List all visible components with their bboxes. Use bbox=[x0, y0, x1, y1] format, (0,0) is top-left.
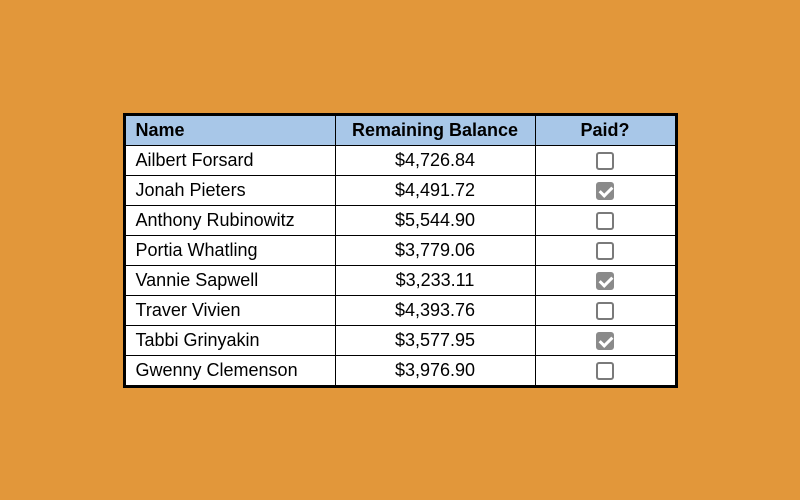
cell-balance: $3,577.95 bbox=[335, 325, 535, 355]
paid-checkbox[interactable] bbox=[596, 212, 614, 230]
cell-name: Tabbi Grinyakin bbox=[125, 325, 335, 355]
cell-balance: $3,976.90 bbox=[335, 355, 535, 385]
cell-name: Ailbert Forsard bbox=[125, 145, 335, 175]
cell-name: Jonah Pieters bbox=[125, 175, 335, 205]
cell-name: Anthony Rubinowitz bbox=[125, 205, 335, 235]
table-row: Anthony Rubinowitz$5,544.90 bbox=[125, 205, 675, 235]
paid-checkbox[interactable] bbox=[596, 152, 614, 170]
cell-paid bbox=[535, 295, 675, 325]
cell-balance: $3,779.06 bbox=[335, 235, 535, 265]
cell-name: Gwenny Clemenson bbox=[125, 355, 335, 385]
cell-paid bbox=[535, 175, 675, 205]
cell-paid bbox=[535, 265, 675, 295]
table-header-row: Name Remaining Balance Paid? bbox=[125, 115, 675, 145]
paid-checkbox[interactable] bbox=[596, 302, 614, 320]
cell-balance: $4,491.72 bbox=[335, 175, 535, 205]
table-row: Portia Whatling$3,779.06 bbox=[125, 235, 675, 265]
table-row: Tabbi Grinyakin$3,577.95 bbox=[125, 325, 675, 355]
table-row: Vannie Sapwell$3,233.11 bbox=[125, 265, 675, 295]
cell-balance: $4,726.84 bbox=[335, 145, 535, 175]
cell-paid bbox=[535, 355, 675, 385]
cell-name: Vannie Sapwell bbox=[125, 265, 335, 295]
paid-checkbox[interactable] bbox=[596, 182, 614, 200]
cell-name: Traver Vivien bbox=[125, 295, 335, 325]
paid-checkbox[interactable] bbox=[596, 242, 614, 260]
cell-paid bbox=[535, 145, 675, 175]
header-paid: Paid? bbox=[535, 115, 675, 145]
cell-paid bbox=[535, 235, 675, 265]
header-balance: Remaining Balance bbox=[335, 115, 535, 145]
header-name: Name bbox=[125, 115, 335, 145]
cell-balance: $5,544.90 bbox=[335, 205, 535, 235]
table-row: Jonah Pieters$4,491.72 bbox=[125, 175, 675, 205]
cell-paid bbox=[535, 205, 675, 235]
cell-balance: $4,393.76 bbox=[335, 295, 535, 325]
balance-table: Name Remaining Balance Paid? Ailbert For… bbox=[123, 113, 678, 388]
table-row: Gwenny Clemenson$3,976.90 bbox=[125, 355, 675, 385]
paid-checkbox[interactable] bbox=[596, 332, 614, 350]
paid-checkbox[interactable] bbox=[596, 272, 614, 290]
paid-checkbox[interactable] bbox=[596, 362, 614, 380]
cell-name: Portia Whatling bbox=[125, 235, 335, 265]
table-row: Traver Vivien$4,393.76 bbox=[125, 295, 675, 325]
cell-paid bbox=[535, 325, 675, 355]
table-row: Ailbert Forsard$4,726.84 bbox=[125, 145, 675, 175]
cell-balance: $3,233.11 bbox=[335, 265, 535, 295]
